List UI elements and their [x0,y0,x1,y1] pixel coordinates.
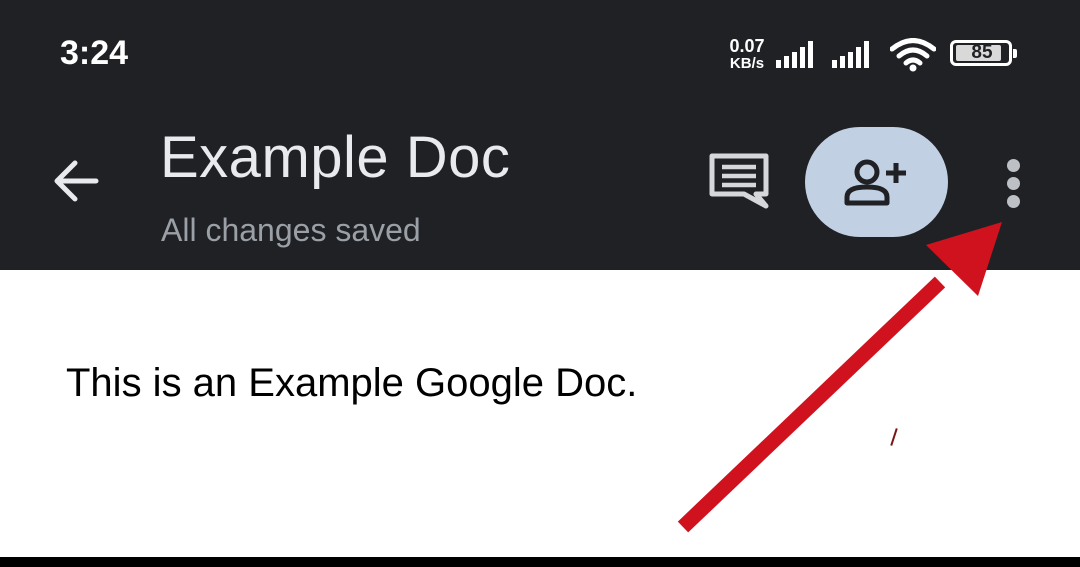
arrow-left-icon [54,160,99,202]
back-button[interactable] [48,150,108,210]
comments-button[interactable] [702,150,778,216]
app-bar: 3:24 0.07 KB/s 85 Example Doc All change… [0,0,1080,270]
network-speed-value: 0.07 [729,36,765,56]
wifi-icon [890,38,936,72]
document-title[interactable]: Example Doc [160,124,510,191]
document-body-text[interactable]: This is an Example Google Doc. [66,361,637,406]
status-time: 3:24 [60,34,129,72]
share-button[interactable] [805,127,948,237]
person-add-icon [844,159,906,206]
save-status: All changes saved [161,212,421,248]
network-speed-unit: KB/s [729,55,765,72]
battery-icon: 85 [950,40,1017,66]
comment-icon [709,153,769,209]
more-vertical-icon-dot [1007,159,1020,172]
signal-icon [832,41,869,68]
battery-level: 85 [971,42,993,63]
stray-mark [890,428,898,446]
more-options-button[interactable] [994,155,1034,211]
more-vertical-icon-dot [1007,195,1020,208]
more-vertical-icon-dot [1007,177,1020,190]
bottom-edge [0,557,1080,567]
signal-icon [776,41,813,68]
network-speed: 0.07 KB/s [724,36,770,72]
